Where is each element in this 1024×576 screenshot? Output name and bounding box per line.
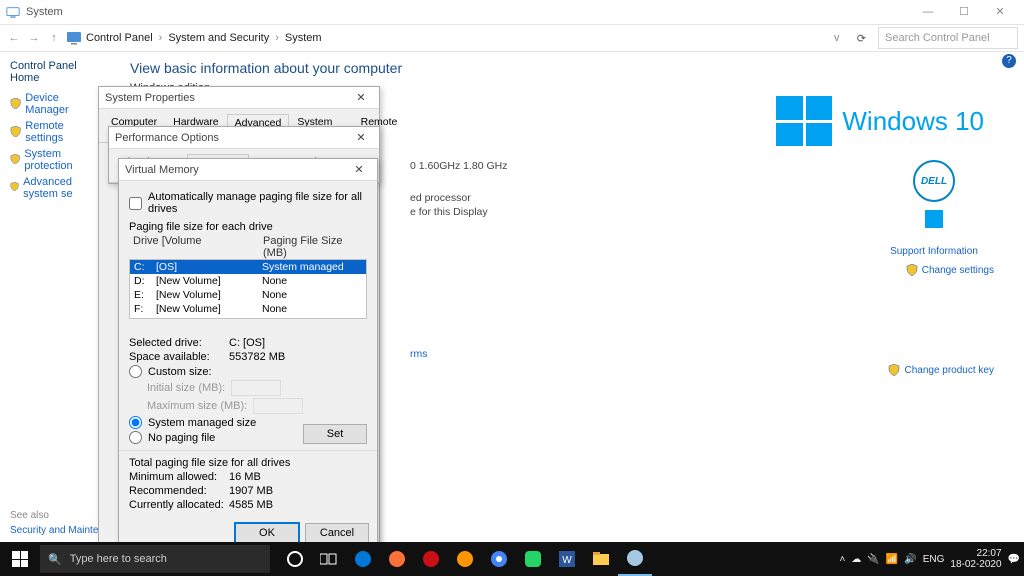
cp-home[interactable]: Control Panel Home [10,60,100,84]
tray-power-icon[interactable]: 🔌 [867,554,879,565]
sidebar-remote-settings[interactable]: Remote settings [10,120,100,144]
breadcrumb-1[interactable]: System and Security [168,32,269,44]
auto-manage-checkbox[interactable]: Automatically manage paging file size fo… [129,191,367,215]
tray-chevron-icon[interactable]: ˄ [840,554,846,565]
vmem-cancel[interactable]: Cancel [305,523,369,543]
terms-link[interactable]: rms [410,348,1004,360]
change-settings-link[interactable]: Change settings [906,264,994,276]
drive-row-e[interactable]: E:[New Volume]None [130,288,366,302]
refresh-button[interactable]: ⟳ [857,32,866,45]
system-icon [6,5,20,19]
sidebar-advanced-settings[interactable]: Advanced system se [10,176,100,200]
system-titlebar: System — ☐ ✕ [0,0,1024,24]
window-title: System [26,6,63,18]
virtual-memory-dialog: Virtual Memory ✕ Automatically manage pa… [118,158,378,552]
currently-allocated: 4585 MB [229,499,273,511]
app-chrome[interactable] [482,542,516,576]
app-word[interactable]: W [550,542,584,576]
app-system[interactable] [618,542,652,576]
page-heading: View basic information about your comput… [130,60,1004,76]
app-explorer[interactable] [584,542,618,576]
app-opera[interactable] [414,542,448,576]
tray-wifi-icon[interactable]: 📶 [886,554,898,565]
col-drive-label: Drive [Volume [133,235,263,259]
recommended: 1907 MB [229,485,273,497]
tray-notifications-icon[interactable]: 💬 [1008,554,1020,565]
perf-close[interactable]: ✕ [349,131,373,144]
vmem-title: Virtual Memory [125,164,199,176]
perf-title: Performance Options [115,132,219,144]
taskbar-search[interactable]: 🔍 Type here to search [40,545,270,573]
app-edge[interactable] [346,542,380,576]
support-link[interactable]: Support Information [874,246,994,257]
tray-clock[interactable]: 22:07 18-02-2020 [950,548,1001,570]
maximum-size-input [253,398,303,414]
custom-size-radio[interactable]: Custom size: [129,365,367,378]
cortana-icon[interactable] [278,542,312,576]
initial-size-input [231,380,281,396]
start-button[interactable] [0,542,40,576]
min-allowed: 16 MB [229,471,261,483]
change-product-key-link[interactable]: Change product key [888,364,994,376]
search-input[interactable]: Search Control Panel [878,27,1018,49]
support-icon [925,210,943,228]
nav-up[interactable]: ↑ [46,32,62,44]
sidebar-device-manager[interactable]: Device Manager [10,92,100,116]
dell-logo: DELL [913,160,955,202]
tray-onedrive-icon[interactable]: ☁ [851,554,861,565]
nav-forward[interactable]: → [26,32,42,44]
sysprop-close[interactable]: ✕ [349,91,373,104]
each-drive-label: Paging file size for each drive [129,221,367,233]
app-firefox[interactable] [380,542,414,576]
col-size-label: Paging File Size (MB) [263,235,363,259]
sidebar: Control Panel Home Device Manager Remote… [0,52,110,390]
breadcrumb-2[interactable]: System [285,32,322,44]
drive-row-c[interactable]: C:[OS]System managed [130,260,366,274]
nav-back[interactable]: ← [6,32,22,44]
space-available-value: 553782 MB [229,351,285,363]
search-icon: 🔍 [48,553,62,566]
maximum-size-label: Maximum size (MB): [147,400,247,412]
system-tray[interactable]: ˄ ☁ 🔌 📶 🔊 ENG 22:07 18-02-2020 💬 [840,548,1024,570]
initial-size-label: Initial size (MB): [147,382,225,394]
breadcrumb-0[interactable]: Control Panel [86,32,153,44]
address-bar: ← → ↑ Control Panel › System and Securit… [0,24,1024,52]
svg-text:W: W [562,555,572,566]
sysprop-title: System Properties [105,92,195,104]
vmem-close[interactable]: ✕ [347,163,371,176]
minimize-button[interactable]: — [910,0,946,24]
total-header: Total paging file size for all drives [129,457,367,469]
selected-drive-value: C: [OS] [229,337,265,349]
tray-volume-icon[interactable]: 🔊 [904,554,916,565]
app-whatsapp[interactable] [516,542,550,576]
taskview-icon[interactable] [312,542,346,576]
vmem-ok[interactable]: OK [235,523,299,543]
set-button[interactable]: Set [303,424,367,444]
app-firefox2[interactable] [448,542,482,576]
monitor-icon [66,30,82,46]
sidebar-system-protection[interactable]: System protection [10,148,100,172]
taskbar: 🔍 Type here to search W ˄ ☁ 🔌 📶 🔊 ENG 22… [0,542,1024,576]
drive-list[interactable]: C:[OS]System managed D:[New Volume]None … [129,259,367,319]
maximize-button[interactable]: ☐ [946,0,982,24]
drive-row-f[interactable]: F:[New Volume]None [130,302,366,316]
dropdown-icon[interactable]: v [829,32,845,44]
windows-logo: Windows 10 [776,96,984,146]
close-button[interactable]: ✕ [982,0,1018,24]
drive-row-d[interactable]: D:[New Volume]None [130,274,366,288]
tray-lang[interactable]: ENG [923,554,945,565]
